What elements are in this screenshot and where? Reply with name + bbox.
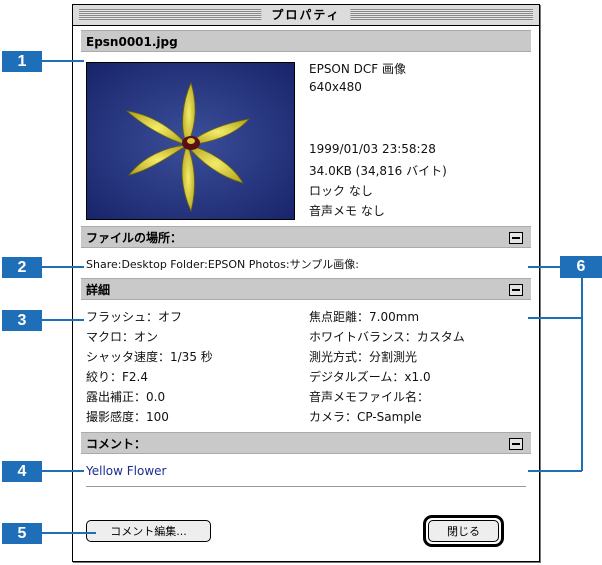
callout-5: 5 bbox=[2, 523, 42, 544]
callout-3: 3 bbox=[2, 310, 42, 331]
callout-leader-lines bbox=[42, 60, 583, 534]
callout-1: 1 bbox=[2, 51, 42, 72]
callout-2: 2 bbox=[2, 257, 42, 278]
callout-6: 6 bbox=[560, 256, 602, 278]
callout-4: 4 bbox=[2, 461, 42, 482]
